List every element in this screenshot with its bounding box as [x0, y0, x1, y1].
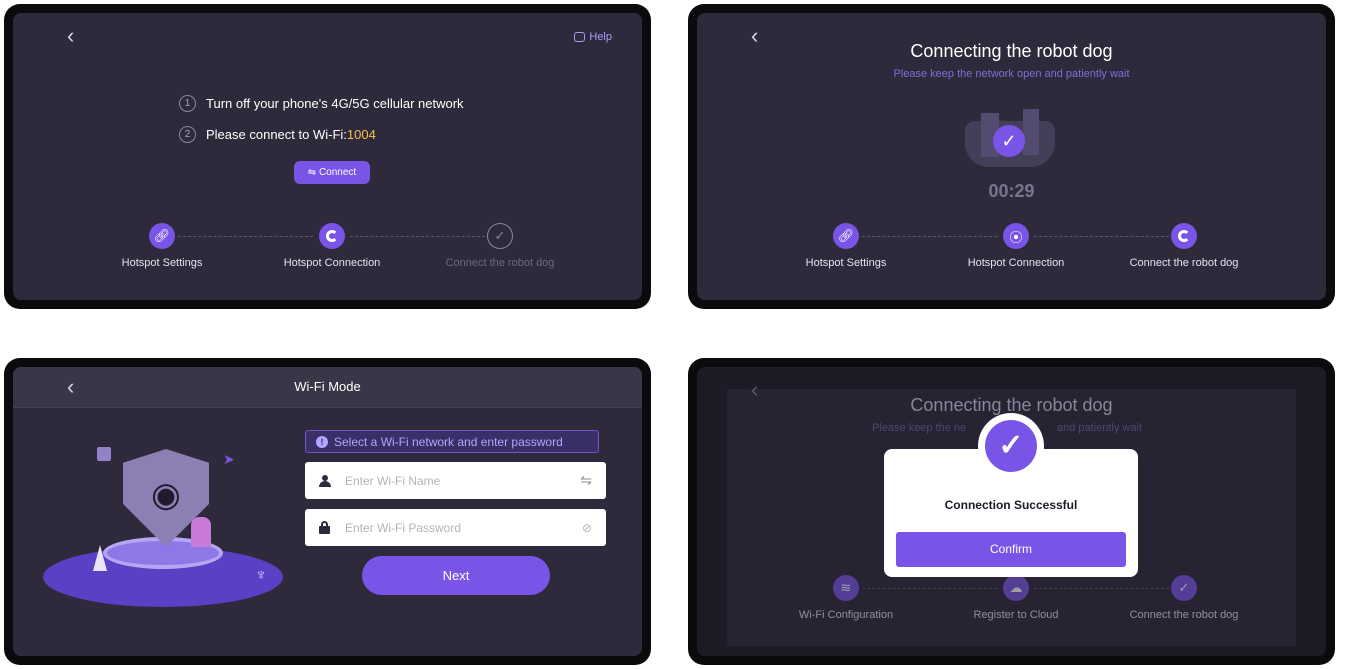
instruction-1-text: Turn off your phone's 4G/5G cellular net…: [206, 96, 464, 111]
link-icon: 🔗︎: [833, 223, 859, 249]
wifi-password-placeholder: Enter Wi-Fi Password: [345, 520, 462, 535]
panel-connection-success: ‹ Connecting the robot dog Please keep t…: [688, 358, 1335, 665]
step-label: Hotspot Settings: [805, 257, 887, 269]
check-icon: ✓: [487, 223, 513, 249]
arrow-icon: ➤: [223, 451, 235, 467]
instruction-1: 1 Turn off your phone's 4G/5G cellular n…: [179, 95, 464, 112]
screen: ‹ Connecting the robot dog Please keep t…: [697, 367, 1326, 656]
screen: ‹ Connecting the robot dog Please keep t…: [697, 13, 1326, 300]
loading-icon: [1171, 223, 1197, 249]
confirm-button[interactable]: Confirm: [896, 532, 1126, 567]
connecting-illustration: ✓: [955, 105, 1065, 175]
instruction-2-text: Please connect to Wi-Fi:: [206, 127, 347, 142]
step-hotspot-settings: 🔗︎ Hotspot Settings: [756, 223, 936, 269]
progress-steps: ≋ Wi-Fi Configuration ☁ Register to Clou…: [697, 575, 1326, 635]
instruction-2: 2 Please connect to Wi-Fi:1004: [179, 126, 376, 143]
success-check-icon: ✓: [993, 125, 1025, 157]
step-label: Hotspot Connection: [283, 257, 381, 269]
step-label: Hotspot Settings: [121, 257, 203, 269]
plant-icon: ♆: [255, 567, 267, 584]
eye-off-icon[interactable]: ⊘: [582, 521, 592, 535]
step-connect-robot-dog: Connect the robot dog: [1094, 223, 1274, 269]
step-hotspot-connection: Hotspot Connection: [242, 223, 422, 269]
dialog-message: Connection Successful: [944, 498, 1078, 512]
help-icon: [574, 32, 586, 42]
cloud-icon: ☁: [1003, 575, 1029, 601]
tree-icon: [93, 545, 107, 571]
step-label: Connect the robot dog: [445, 257, 555, 269]
progress-steps: 🔗︎ Hotspot Settings Hotspot Connection ✓…: [13, 223, 642, 283]
page-title: Connecting the robot dog: [910, 41, 1113, 61]
panel-hotspot-instructions: ‹ Help 1 Turn off your phone's 4G/5G cel…: [4, 4, 651, 309]
page-subtitle-end: and patiently wait: [1057, 422, 1142, 434]
notice-banner: ! Select a Wi-Fi network and enter passw…: [305, 430, 599, 453]
step-label: Register to Cloud: [973, 609, 1059, 621]
step-number-1: 1: [179, 95, 196, 112]
lock-icon: [97, 447, 111, 461]
subtitle-start: Please keep the ne: [872, 422, 967, 434]
step-label: Wi-Fi Configuration: [798, 609, 894, 621]
notice-text: Select a Wi-Fi network and enter passwor…: [334, 434, 563, 449]
wifi-name-field[interactable]: Enter Wi-Fi Name ⇋: [305, 462, 606, 499]
loading-icon: [319, 223, 345, 249]
switch-icon[interactable]: ⇋: [580, 472, 592, 489]
page-subtitle: Please keep the network open and patient…: [893, 68, 1130, 80]
screen: ‹ Help 1 Turn off your phone's 4G/5G cel…: [13, 13, 642, 300]
next-button[interactable]: Next: [362, 556, 550, 595]
success-check-icon: ✓: [978, 413, 1044, 479]
step-connect-robot-dog: ✓ Connect the robot dog: [1094, 575, 1274, 621]
header-bar: ‹ Wi-Fi Mode: [13, 367, 642, 408]
person-icon: [191, 517, 211, 547]
hotspot-icon: ⦿: [1003, 223, 1029, 249]
wifi-illustration: ◉ ➤ ♆: [43, 427, 293, 607]
step-wifi-configuration: ≋ Wi-Fi Configuration: [756, 575, 936, 621]
wifi-icon: ≋: [833, 575, 859, 601]
check-icon: ✓: [1171, 575, 1197, 601]
help-label: Help: [589, 31, 612, 43]
panel-wifi-mode: ‹ Wi-Fi Mode ◉ ➤ ♆ ! Select a Wi-Fi netw…: [4, 358, 651, 665]
step-register-cloud: ☁ Register to Cloud: [926, 575, 1106, 621]
step-label: Connect the robot dog: [1129, 609, 1239, 621]
wifi-name-placeholder: Enter Wi-Fi Name: [345, 473, 441, 488]
wifi-id: 1004: [346, 127, 376, 142]
step-hotspot-connection: ⦿ Hotspot Connection: [926, 223, 1106, 269]
back-icon[interactable]: ‹: [67, 25, 74, 47]
countdown-timer: 00:29: [988, 181, 1035, 201]
page-subtitle: Please keep the ne: [872, 422, 966, 434]
lock-icon: [319, 521, 330, 534]
step-connect-robot-dog: ✓ Connect the robot dog: [410, 223, 590, 269]
building: [1023, 109, 1039, 155]
step-hotspot-settings: 🔗︎ Hotspot Settings: [72, 223, 252, 269]
user-icon: [319, 474, 331, 487]
step-label: Connect the robot dog: [1129, 257, 1239, 269]
page-title: Wi-Fi Mode: [294, 379, 361, 394]
wifi-icon: ◉: [151, 476, 181, 514]
link-icon: 🔗︎: [149, 223, 175, 249]
screen: ‹ Wi-Fi Mode ◉ ➤ ♆ ! Select a Wi-Fi netw…: [13, 367, 642, 656]
step-label: Hotspot Connection: [967, 257, 1065, 269]
info-icon: !: [316, 435, 328, 448]
connect-button[interactable]: ⇋ Connect: [294, 161, 370, 184]
help-button[interactable]: Help: [574, 31, 612, 43]
panel-connecting: ‹ Connecting the robot dog Please keep t…: [688, 4, 1335, 309]
progress-steps: 🔗︎ Hotspot Settings ⦿ Hotspot Connection…: [697, 223, 1326, 283]
wifi-password-field[interactable]: Enter Wi-Fi Password ⊘: [305, 509, 606, 546]
step-number-2: 2: [179, 126, 196, 143]
